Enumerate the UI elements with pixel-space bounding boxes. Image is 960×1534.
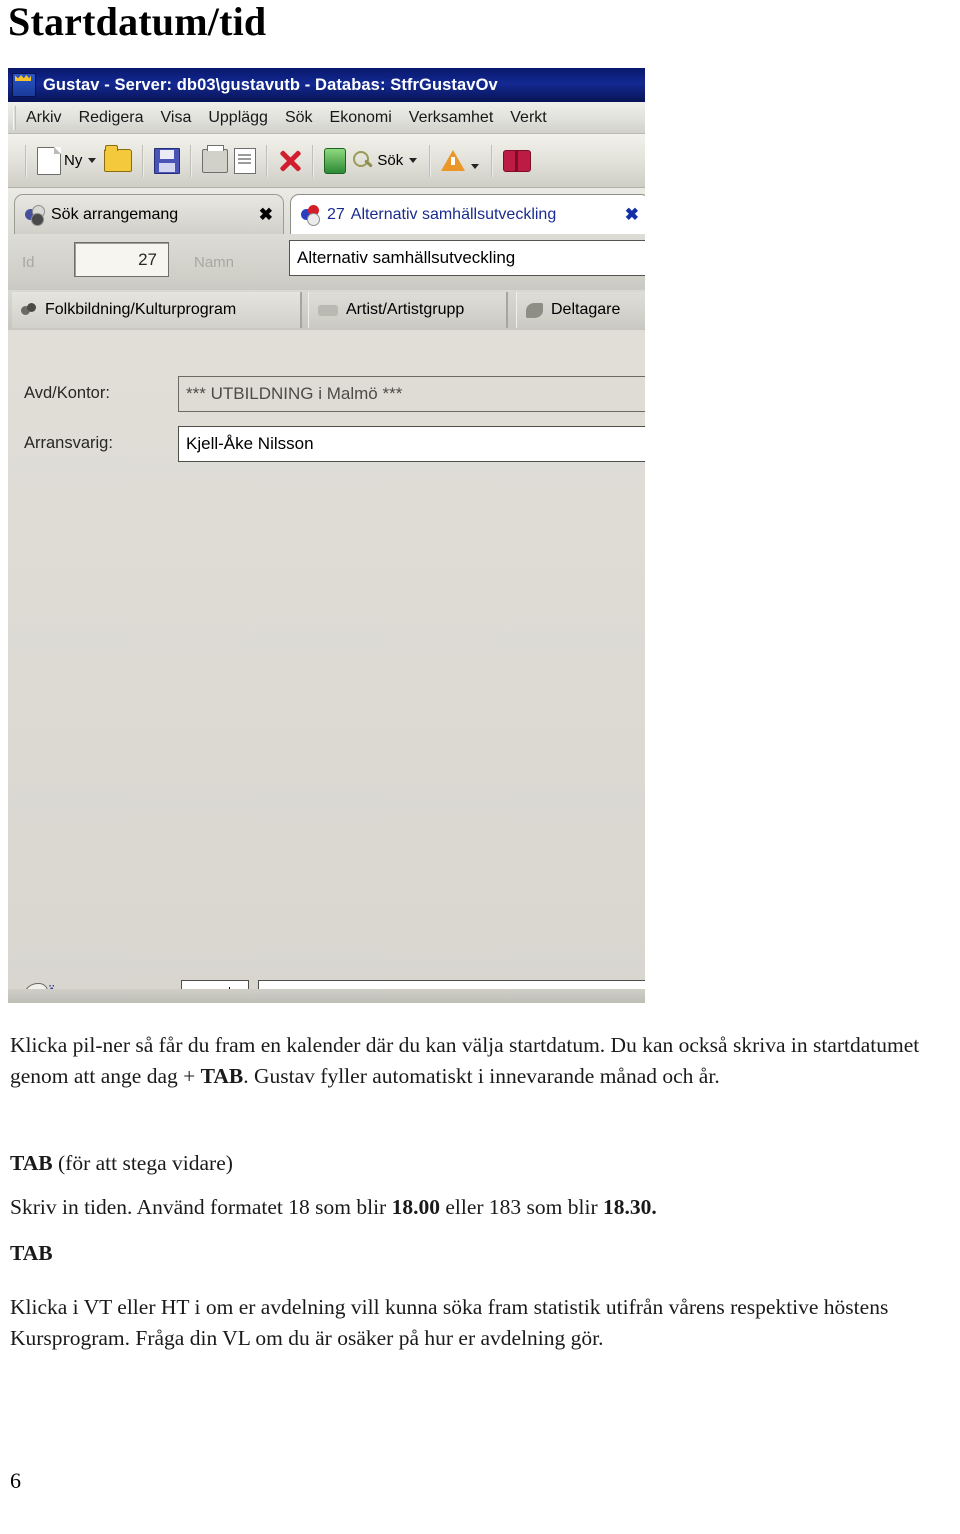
id-field[interactable]: 27 xyxy=(74,242,169,277)
close-icon[interactable]: ✖ xyxy=(615,205,639,225)
id-label: Id xyxy=(22,254,35,271)
print-button[interactable] xyxy=(202,144,229,173)
window-tab-label: Alternativ samhällsutveckling xyxy=(350,205,557,223)
chevron-down-icon[interactable] xyxy=(88,158,97,163)
name-label: Namn xyxy=(194,254,235,271)
toolbar-divider xyxy=(429,144,432,177)
warning-icon xyxy=(441,150,466,171)
warning-button[interactable] xyxy=(441,150,481,171)
p1-tab-keyword: TAB xyxy=(200,1064,244,1088)
toolbar-divider xyxy=(266,144,269,177)
p3-time-1: 18.00 xyxy=(391,1195,440,1219)
page-icon xyxy=(37,146,61,175)
recycle-button[interactable] xyxy=(324,147,347,174)
inner-tab-label: Folkbildning/Kulturprogram xyxy=(45,301,237,318)
inner-tab-strip: Folkbildning/Kulturprogram Artist/Artist… xyxy=(8,290,645,330)
window-tab-strip: Sök arrangemang ✖ 27 Alternativ samhälls… xyxy=(8,188,645,234)
menu-bar: Arkiv Redigera Visa Upplägg Sök Ekonomi … xyxy=(8,102,645,134)
close-icon[interactable]: ✖ xyxy=(249,205,273,225)
arransvarig-label: Arransvarig: xyxy=(24,434,113,452)
p4-tab-keyword: TAB xyxy=(10,1241,53,1265)
book-button[interactable] xyxy=(503,149,532,172)
toolbar-divider xyxy=(142,144,145,177)
paragraph-4: TAB xyxy=(10,1238,946,1269)
window-tab-number: 27 xyxy=(327,205,345,223)
window-tab-alternativ-samhallsutveckling[interactable]: 27 Alternativ samhällsutveckling ✖ xyxy=(290,194,645,234)
p5-text: Klicka i VT eller HT i om er avdelning v… xyxy=(10,1295,889,1350)
p3-text-c: eller 183 som blir xyxy=(439,1195,603,1219)
application-screenshot: Gustav - Server: db03\gustavutb - Databa… xyxy=(8,68,645,1003)
people-icon xyxy=(526,302,543,318)
menu-item-upplagg[interactable]: Upplägg xyxy=(208,109,268,127)
balls-icon xyxy=(301,205,320,226)
p2-tab-keyword: TAB xyxy=(10,1151,53,1175)
delete-button[interactable] xyxy=(278,149,302,173)
print-icon xyxy=(202,144,229,173)
open-button[interactable] xyxy=(104,145,133,172)
book-icon xyxy=(503,149,532,172)
folder-icon xyxy=(104,145,133,172)
mask-icon xyxy=(318,304,338,316)
toolbar-divider xyxy=(25,144,27,177)
delete-icon xyxy=(278,149,302,173)
new-button-label: Ny xyxy=(64,152,83,169)
menu-item-verktyg[interactable]: Verkt xyxy=(510,109,546,127)
balls-icon xyxy=(21,302,39,318)
tab-folkbildning-kulturprogram[interactable]: Folkbildning/Kulturprogram xyxy=(12,292,302,328)
magnifier-icon xyxy=(352,150,374,172)
document-page: Startdatum/tid Gustav - Server: db03\gus… xyxy=(0,0,960,1534)
name-field[interactable]: Alternativ samhällsutveckling xyxy=(289,240,645,276)
print-preview-button[interactable] xyxy=(234,147,257,174)
page-number: 6 xyxy=(10,1468,21,1493)
chevron-down-icon[interactable] xyxy=(409,158,418,163)
toolbar-divider xyxy=(312,144,315,177)
chevron-down-icon[interactable] xyxy=(471,164,480,169)
crown-icon xyxy=(12,73,36,97)
menu-item-visa[interactable]: Visa xyxy=(161,109,192,127)
balls-icon xyxy=(25,205,45,226)
window-tab-sok-arrangemang[interactable]: Sök arrangemang ✖ xyxy=(14,194,284,234)
recycle-icon xyxy=(324,147,347,174)
page-title: Startdatum/tid xyxy=(8,0,267,44)
menu-item-arkiv[interactable]: Arkiv xyxy=(26,109,62,127)
menu-item-sok[interactable]: Sök xyxy=(285,109,313,127)
arransvarig-field[interactable]: Kjell-Åke Nilsson xyxy=(178,426,645,462)
window-title: Gustav - Server: db03\gustavutb - Databa… xyxy=(43,75,498,94)
p3-text-a: Skriv in tiden. Använd formatet 18 som b… xyxy=(10,1195,392,1219)
toolbar: Ny Sök xyxy=(8,134,645,188)
new-button[interactable]: Ny xyxy=(37,146,98,175)
screenshot-bottom-edge xyxy=(8,989,645,1003)
paragraph-2: TAB (för att stega vidare) xyxy=(10,1148,946,1179)
menu-item-redigera[interactable]: Redigera xyxy=(79,109,144,127)
search-button-label: Sök xyxy=(377,152,404,169)
search-button[interactable]: Sök xyxy=(352,150,419,172)
toolbar-divider xyxy=(491,144,494,177)
p3-time-2: 18.30. xyxy=(602,1195,657,1219)
tab-deltagare[interactable]: Deltagare xyxy=(516,292,645,328)
inner-tab-label: Artist/Artistgrupp xyxy=(346,301,465,318)
print-preview-icon xyxy=(234,147,257,174)
avd-kontor-field[interactable]: *** UTBILDNING i Malmö *** xyxy=(178,376,645,412)
id-name-row: Id 27 Namn Alternativ samhällsutveckling xyxy=(8,234,645,290)
paragraph-5: Klicka i VT eller HT i om er avdelning v… xyxy=(10,1292,946,1354)
paragraph-3: Skriv in tiden. Använd formatet 18 som b… xyxy=(10,1192,946,1223)
p1-text-c: . Gustav fyller automatiskt i innevarand… xyxy=(243,1064,720,1088)
window-tab-label: Sök arrangemang xyxy=(51,205,179,223)
form-body: Avd/Kontor: *** UTBILDNING i Malmö *** A… xyxy=(8,330,645,1003)
inner-tab-label: Deltagare xyxy=(551,301,621,318)
menu-item-ekonomi[interactable]: Ekonomi xyxy=(330,109,392,127)
tab-artist-artistgrupp[interactable]: Artist/Artistgrupp xyxy=(308,292,508,328)
avd-kontor-label: Avd/Kontor: xyxy=(24,384,110,402)
menu-item-verksamhet[interactable]: Verksamhet xyxy=(409,109,493,127)
p2-text-c: (för att stega vidare) xyxy=(52,1151,233,1175)
save-icon xyxy=(154,147,181,174)
save-button[interactable] xyxy=(154,147,181,174)
paragraph-1: Klicka pil-ner så får du fram en kalende… xyxy=(10,1030,946,1092)
toolbar-divider xyxy=(190,144,193,177)
window-titlebar: Gustav - Server: db03\gustavutb - Databa… xyxy=(8,68,645,102)
